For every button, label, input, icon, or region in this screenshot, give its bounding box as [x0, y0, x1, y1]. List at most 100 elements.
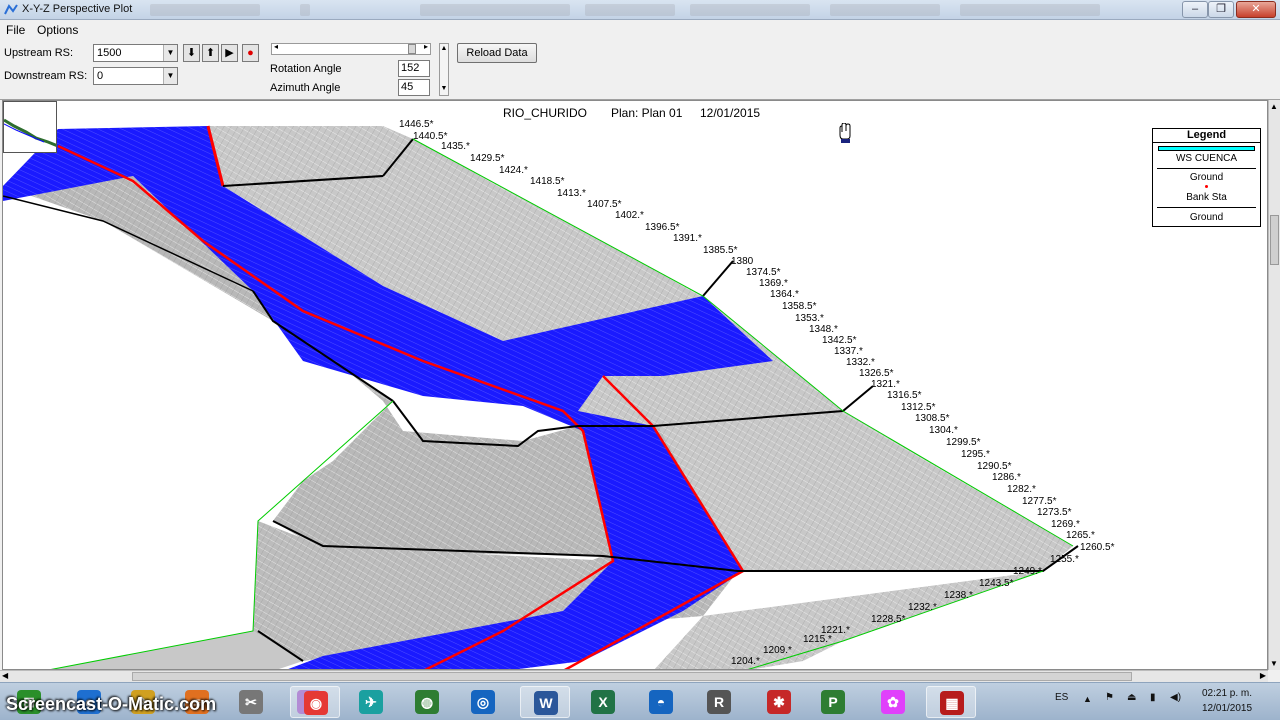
station-label: 1269.*: [1051, 519, 1080, 530]
search-globe-icon: ◎: [471, 690, 495, 714]
flag-icon[interactable]: ⚑: [1105, 692, 1114, 703]
taskbar-star-icon[interactable]: ✱: [754, 686, 804, 718]
scroll-right-icon[interactable]: ▶: [1260, 671, 1266, 680]
legend: Legend WS CUENCA Ground Bank Sta Ground: [1152, 128, 1261, 227]
language-indicator[interactable]: ES: [1055, 692, 1068, 703]
blurred-tab: [960, 4, 1100, 16]
taskbar-globe-icon[interactable]: ◍: [402, 686, 452, 718]
taskbar-flower-icon[interactable]: ✿: [868, 686, 918, 718]
menu-file[interactable]: File: [6, 23, 25, 37]
volume-icon[interactable]: ◀): [1170, 692, 1181, 703]
earth-icon: ◓: [649, 690, 673, 714]
downstream-label: Downstream RS:: [4, 70, 88, 82]
station-label: 1418.5*: [530, 176, 565, 187]
globe-icon: ◍: [415, 690, 439, 714]
cross-section-line: [702, 260, 734, 297]
reload-data-button[interactable]: Reload Data: [457, 43, 537, 63]
azimuth-spinner[interactable]: ▲ ▼: [439, 43, 449, 96]
record-button[interactable]: ●: [242, 44, 259, 62]
station-label: 1321.*: [871, 379, 900, 390]
scroll-left-icon[interactable]: ◂: [274, 42, 278, 51]
rotation-slider[interactable]: ◂ ▸: [271, 42, 431, 55]
station-label: 1308.5*: [915, 413, 950, 424]
station-label: 1332.*: [846, 357, 875, 368]
scroll-down-icon[interactable]: ▼: [1270, 659, 1278, 668]
station-label: 1243.5*: [979, 578, 1014, 589]
plot-plan-title: Plan: Plan 01: [611, 106, 683, 120]
minimap-thumbnail[interactable]: [3, 101, 57, 153]
play-button[interactable]: ▶: [221, 44, 238, 62]
station-label: 1369.*: [759, 278, 788, 289]
station-label: 1396.5*: [645, 222, 680, 233]
station-label: 1446.5*: [399, 119, 434, 130]
edit-icon: ✂: [239, 690, 263, 714]
station-label: 1255.*: [1050, 554, 1079, 565]
minimap-icon: [4, 118, 56, 147]
legend-item-ground: Ground: [1189, 172, 1224, 183]
usb-icon[interactable]: ⏏: [1127, 692, 1136, 703]
taskbar-hec-icon[interactable]: ✈: [346, 686, 396, 718]
downstream-select[interactable]: 0 ▼: [93, 67, 178, 85]
taskbar-edit-icon[interactable]: ✂: [226, 686, 276, 718]
rotation-input[interactable]: 152: [398, 60, 430, 77]
vertical-scrollbar[interactable]: ▲ ▼: [1268, 100, 1280, 670]
maximize-button[interactable]: ❐: [1208, 1, 1234, 18]
upstream-select[interactable]: 1500 ▼: [93, 44, 178, 62]
taskbar-screencast-icon[interactable]: ▦: [926, 686, 976, 718]
azimuth-input[interactable]: 45: [398, 79, 430, 96]
station-label: 1348.*: [809, 324, 838, 335]
perspective-plot[interactable]: 1446.5* 1440.5* 1435.* 1429.5* 1424.* 1418.5*…: [2, 100, 1268, 670]
close-button[interactable]: ✕: [1236, 1, 1276, 18]
plot-date: 12/01/2015: [700, 106, 761, 120]
chevron-down-icon[interactable]: ▼: [163, 68, 177, 84]
station-label: 1265.*: [1066, 530, 1095, 541]
scroll-right-icon[interactable]: ▸: [424, 42, 428, 51]
legend-separator: [1157, 207, 1256, 208]
chrome-icon: ◉: [304, 691, 328, 715]
station-label: 1282.*: [1007, 484, 1036, 495]
station-label: 1424.*: [499, 165, 528, 176]
station-label: 1249.*: [1013, 566, 1042, 577]
legend-item-bank: Bank Sta: [1186, 192, 1227, 203]
clock-time[interactable]: 02:21 p. m.: [1202, 688, 1252, 699]
station-label: 1407.5*: [587, 199, 622, 210]
blurred-tab: [150, 4, 260, 16]
station-label: 1316.5*: [887, 390, 922, 401]
chevron-down-icon[interactable]: ▼: [163, 45, 177, 61]
taskbar-excel-icon[interactable]: X: [578, 686, 628, 718]
taskbar-word-icon[interactable]: W: [520, 686, 570, 718]
blurred-tab: [830, 4, 940, 16]
taskbar-earth-icon[interactable]: ◓: [636, 686, 686, 718]
horizontal-scrollbar[interactable]: ◀ ▶: [0, 670, 1268, 682]
arrow-up-button[interactable]: ⬆: [202, 44, 219, 62]
station-label: 1228.5*: [871, 614, 906, 625]
flower-icon: ✿: [881, 690, 905, 714]
scroll-thumb[interactable]: [132, 672, 1132, 681]
screencast-icon: ▦: [940, 691, 964, 715]
clock-date[interactable]: 12/01/2015: [1202, 703, 1252, 714]
station-label: 1209.*: [763, 645, 792, 656]
station-label: 1374.5*: [746, 267, 781, 278]
scroll-up-icon[interactable]: ▲: [1270, 102, 1278, 111]
minimize-button[interactable]: –: [1182, 1, 1208, 18]
menu-options[interactable]: Options: [37, 23, 78, 37]
station-label: 1326.5*: [859, 368, 894, 379]
legend-item-ground-2: Ground: [1189, 212, 1224, 223]
taskbar-publisher-icon[interactable]: P: [808, 686, 858, 718]
station-label: 1238.*: [944, 590, 973, 601]
scroll-thumb[interactable]: [1270, 215, 1279, 265]
publisher-icon: P: [821, 690, 845, 714]
taskbar-ras-icon[interactable]: R: [694, 686, 744, 718]
arrow-down-button[interactable]: ⬇: [183, 44, 200, 62]
taskbar-search-globe-icon[interactable]: ◎: [458, 686, 508, 718]
network-icon[interactable]: ▮: [1150, 692, 1156, 703]
station-label: 1299.5*: [946, 437, 981, 448]
slider-thumb[interactable]: [408, 44, 416, 54]
word-icon: W: [534, 691, 558, 715]
scroll-left-icon[interactable]: ◀: [2, 671, 8, 680]
taskbar-chrome-icon[interactable]: ◉: [290, 686, 340, 718]
tray-expand-icon[interactable]: ▲: [1083, 694, 1092, 704]
station-label: 1290.5*: [977, 461, 1012, 472]
menu-bar: File Options: [0, 20, 1280, 40]
station-label: 1385.5*: [703, 245, 738, 256]
